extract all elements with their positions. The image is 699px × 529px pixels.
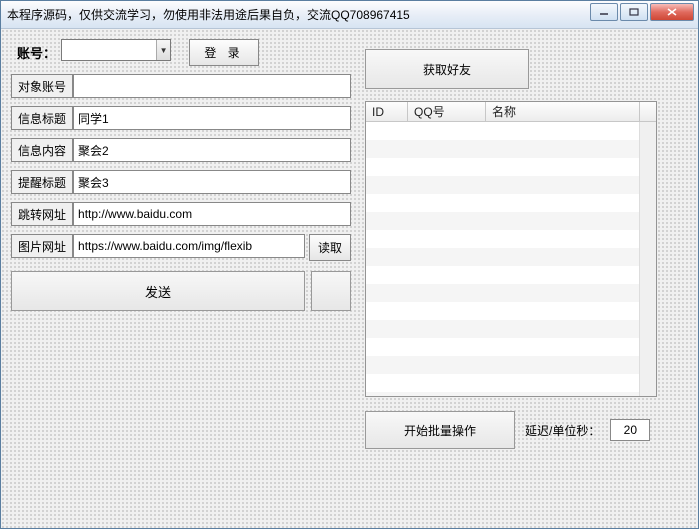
read-button[interactable]: 读取 [309, 234, 351, 261]
remind-title-row: 提醒标题 [11, 170, 351, 194]
send-row: 发送 [11, 271, 351, 311]
image-url-row: 图片网址 读取 [11, 234, 351, 261]
preview-box[interactable] [311, 271, 351, 311]
app-window: 本程序源码，仅供交流学习，勿使用非法用途后果自负，交流QQ708967415 账… [0, 0, 699, 529]
target-account-input[interactable] [73, 74, 351, 98]
batch-start-button[interactable]: 开始批量操作 [365, 411, 515, 449]
account-input[interactable] [62, 40, 156, 60]
col-qq[interactable]: QQ号 [408, 102, 486, 121]
info-title-input[interactable] [73, 106, 351, 130]
info-content-input[interactable] [73, 138, 351, 162]
target-account-label: 对象账号 [11, 74, 73, 98]
send-button[interactable]: 发送 [11, 271, 305, 311]
jump-url-label: 跳转网址 [11, 202, 73, 226]
target-account-row: 对象账号 [11, 74, 351, 98]
minimize-icon [599, 8, 609, 16]
minimize-button[interactable] [590, 3, 618, 21]
close-icon [666, 7, 678, 17]
maximize-button[interactable] [620, 3, 648, 21]
remind-title-input[interactable] [73, 170, 351, 194]
close-button[interactable] [650, 3, 694, 21]
grid-header: ID QQ号 名称 [366, 102, 656, 122]
col-id[interactable]: ID [366, 102, 408, 121]
delay-input[interactable] [610, 419, 650, 441]
jump-url-row: 跳转网址 [11, 202, 351, 226]
image-url-label: 图片网址 [11, 234, 73, 258]
info-content-row: 信息内容 [11, 138, 351, 162]
client-area: 账号： ▼ 登 录 对象账号 信息标题 信息内容 提醒标题 [1, 29, 698, 528]
info-title-row: 信息标题 [11, 106, 351, 130]
delay-label: 延迟/单位秒： [525, 422, 600, 439]
batch-row: 开始批量操作 延迟/单位秒： [365, 411, 657, 449]
chevron-down-icon[interactable]: ▼ [156, 40, 170, 60]
jump-url-input[interactable] [73, 202, 351, 226]
account-label: 账号： [11, 39, 61, 66]
left-panel: 账号： ▼ 登 录 对象账号 信息标题 信息内容 提醒标题 [11, 39, 351, 311]
info-content-label: 信息内容 [11, 138, 73, 162]
maximize-icon [629, 8, 639, 16]
image-url-input[interactable] [73, 234, 305, 258]
account-row: 账号： ▼ 登 录 [11, 39, 351, 66]
remind-title-label: 提醒标题 [11, 170, 73, 194]
friends-grid[interactable]: ID QQ号 名称 [365, 101, 657, 397]
account-combo[interactable]: ▼ [61, 39, 171, 61]
grid-body[interactable] [366, 122, 656, 396]
get-friends-button[interactable]: 获取好友 [365, 49, 529, 89]
window-controls [590, 1, 698, 21]
col-name[interactable]: 名称 [486, 102, 640, 121]
window-title: 本程序源码，仅供交流学习，勿使用非法用途后果自负，交流QQ708967415 [5, 6, 410, 23]
info-title-label: 信息标题 [11, 106, 73, 130]
right-panel: 获取好友 ID QQ号 名称 开始批量操作 延迟/单位秒： [365, 49, 657, 449]
titlebar: 本程序源码，仅供交流学习，勿使用非法用途后果自负，交流QQ708967415 [1, 1, 698, 29]
login-button[interactable]: 登 录 [189, 39, 259, 66]
col-scroll-pad [640, 102, 656, 121]
